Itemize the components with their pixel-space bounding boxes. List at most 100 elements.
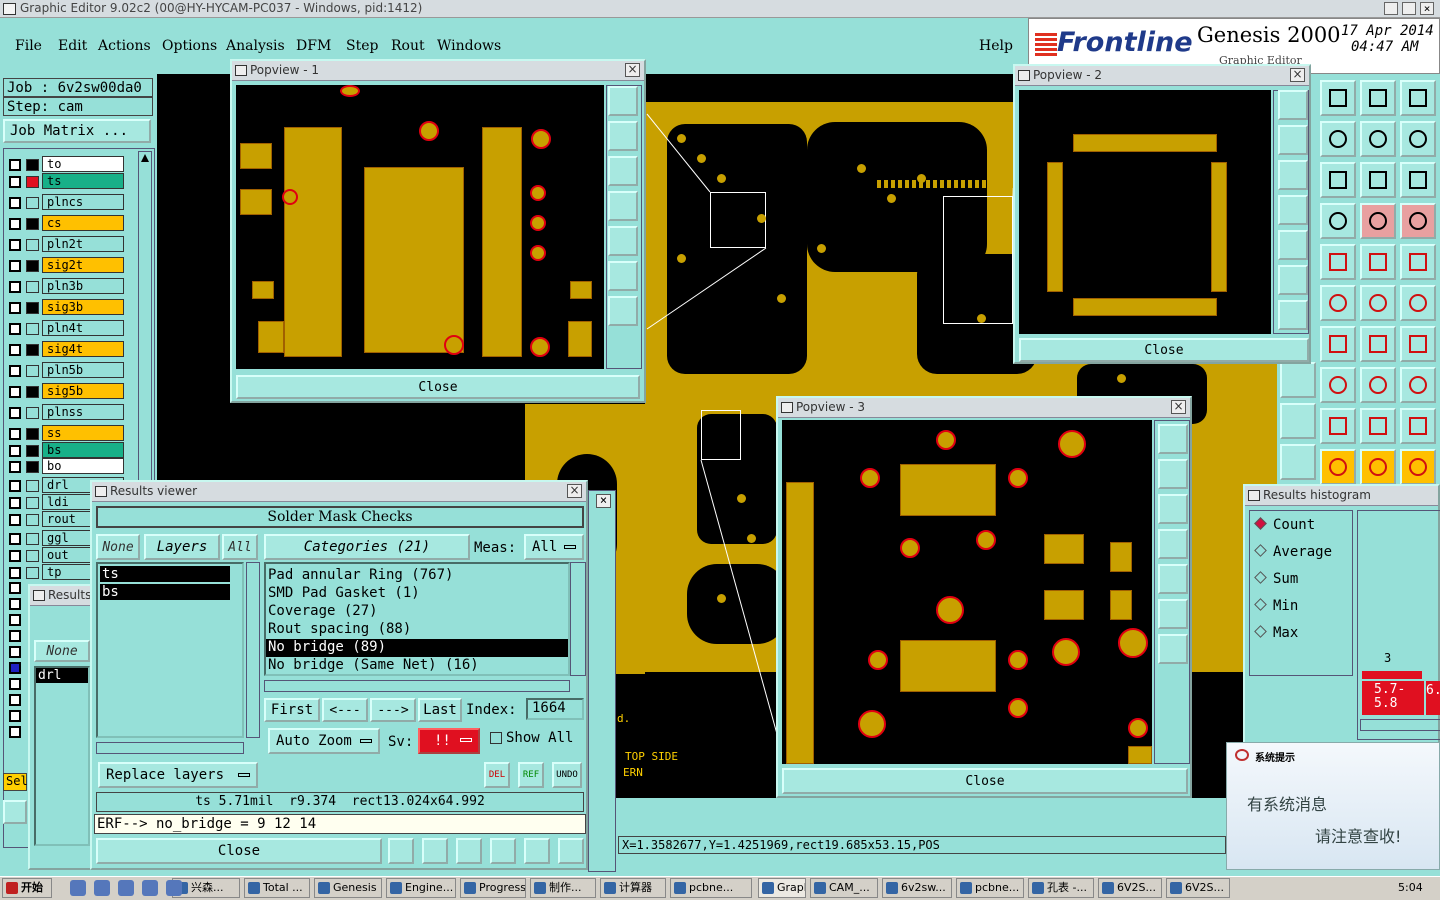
- taskbar-item[interactable]: 制作...: [530, 878, 596, 898]
- quick-launch-icon[interactable]: [70, 880, 86, 896]
- move-icon[interactable]: [1400, 367, 1436, 403]
- layer-list-hscrollbar[interactable]: [96, 742, 244, 754]
- layer-affected-toggle[interactable]: [26, 197, 39, 209]
- circle-icon[interactable]: [1400, 244, 1436, 280]
- layers-all-button[interactable]: All: [222, 534, 258, 560]
- export-icon[interactable]: [1320, 121, 1356, 157]
- taskbar-item[interactable]: CAM_...: [810, 878, 878, 898]
- layer-checkbox[interactable]: [9, 323, 21, 335]
- layer-checkbox[interactable]: [9, 646, 21, 658]
- menu-windows[interactable]: Windows: [437, 38, 501, 54]
- popview-tool-icon[interactable]: [1158, 564, 1188, 594]
- layer-checkbox[interactable]: [9, 386, 21, 398]
- category-scrollbar[interactable]: [570, 562, 586, 676]
- menu-help[interactable]: Help: [979, 38, 1013, 54]
- layer-result-item[interactable]: ts: [100, 566, 230, 582]
- layer-checkbox[interactable]: [9, 260, 21, 272]
- popview-tool-icon[interactable]: [608, 121, 638, 151]
- histogram-icon[interactable]: [558, 838, 584, 864]
- layer-checkbox[interactable]: [9, 567, 21, 579]
- zoom-home-icon[interactable]: [1360, 80, 1396, 116]
- layer-row-ss[interactable]: ss: [6, 425, 124, 442]
- cross-icon[interactable]: [1320, 285, 1356, 321]
- tool-strip-icon[interactable]: [1280, 444, 1316, 480]
- layer-row-plncs[interactable]: plncs: [6, 194, 124, 211]
- layer-row-bo[interactable]: bo: [6, 458, 124, 475]
- layer-checkbox[interactable]: [9, 176, 21, 188]
- quick-launch-icon[interactable]: [118, 880, 134, 896]
- pointer-orange2-icon[interactable]: [1400, 449, 1436, 485]
- last-button[interactable]: Last: [418, 698, 462, 722]
- taskbar-item[interactable]: 孔表 -...: [1028, 878, 1094, 898]
- layer-affected-toggle[interactable]: [26, 480, 39, 492]
- popview-tool-icon[interactable]: [608, 86, 638, 116]
- layer-checkbox[interactable]: [9, 239, 21, 251]
- menu-options[interactable]: Options: [162, 38, 217, 54]
- layer-checkbox[interactable]: [9, 281, 21, 293]
- popview-tool-icon[interactable]: [608, 261, 638, 291]
- histogram-option-average[interactable]: Average: [1254, 544, 1332, 562]
- line-red-icon[interactable]: [1360, 285, 1396, 321]
- category-item[interactable]: SMD Pad Gasket (1): [266, 585, 568, 603]
- sort-icon[interactable]: [490, 838, 516, 864]
- layers-none-button[interactable]: None: [96, 534, 140, 560]
- popview-tool-icon[interactable]: [1278, 90, 1308, 120]
- select-tool-icon[interactable]: [3, 800, 27, 824]
- layer-affected-toggle[interactable]: [26, 365, 39, 377]
- measure-icon[interactable]: [1320, 244, 1356, 280]
- show-all-checkbox[interactable]: [490, 732, 502, 744]
- layer-row-sig3b[interactable]: sig3b: [6, 299, 124, 316]
- exit-icon[interactable]: [388, 838, 414, 864]
- popview-tool-icon[interactable]: [1158, 494, 1188, 524]
- layer-checkbox[interactable]: [9, 678, 21, 690]
- menu-dfm[interactable]: DFM: [296, 38, 331, 54]
- taskbar-item[interactable]: Graphi...: [758, 878, 806, 898]
- popview-tool-icon[interactable]: [1278, 265, 1308, 295]
- layer-affected-toggle[interactable]: [26, 533, 39, 545]
- question-icon[interactable]: [1400, 162, 1436, 198]
- auto-zoom-dropdown[interactable]: Auto Zoom: [268, 728, 380, 754]
- layer-row-pln5b[interactable]: pln5b: [6, 362, 124, 379]
- snap-red-icon[interactable]: [1360, 203, 1396, 239]
- histogram-option-min[interactable]: Min: [1254, 598, 1298, 616]
- layer-row-plnss[interactable]: plnss: [6, 404, 124, 421]
- popview-3-canvas[interactable]: [782, 420, 1152, 764]
- menu-step[interactable]: Step: [346, 38, 378, 54]
- results-back-layer-item[interactable]: drl: [36, 668, 88, 683]
- category-item[interactable]: Coverage (27): [266, 603, 568, 621]
- extra-close-x[interactable]: ×: [596, 494, 611, 508]
- layer-row-pln2t[interactable]: pln2t: [6, 236, 124, 253]
- ref-button[interactable]: REF: [518, 762, 544, 788]
- layer-affected-toggle[interactable]: [26, 218, 39, 230]
- layer-affected-toggle[interactable]: [26, 567, 39, 579]
- layer-checkbox[interactable]: [9, 710, 21, 722]
- popview-tool-icon[interactable]: [1278, 160, 1308, 190]
- close-window-button[interactable]: ×: [1420, 2, 1434, 15]
- prev-button[interactable]: <---: [322, 698, 368, 722]
- layer-checkbox[interactable]: [9, 694, 21, 706]
- layer-checkbox[interactable]: [9, 582, 21, 594]
- layer-checkbox[interactable]: [9, 461, 21, 473]
- replace-layers-dropdown[interactable]: Replace layers: [98, 762, 258, 788]
- layer-affected-toggle[interactable]: [26, 445, 39, 457]
- layer-affected-toggle[interactable]: [26, 407, 39, 419]
- popview-tool-icon[interactable]: [608, 156, 638, 186]
- layer-checkbox[interactable]: [9, 159, 21, 171]
- menu-analysis[interactable]: Analysis: [226, 38, 285, 54]
- layer-checkbox[interactable]: [9, 344, 21, 356]
- layer-row-ts[interactable]: ts: [6, 173, 124, 190]
- ruler-icon[interactable]: [1360, 244, 1396, 280]
- layer-checkbox[interactable]: [9, 630, 21, 642]
- grid-icon[interactable]: [1320, 203, 1356, 239]
- layer-result-item[interactable]: bs: [100, 584, 230, 600]
- popview-1-close-x[interactable]: ×: [625, 63, 640, 77]
- taskbar-item[interactable]: 兴森...: [172, 878, 240, 898]
- layer-checkbox[interactable]: [9, 550, 21, 562]
- layer-affected-toggle[interactable]: [26, 514, 39, 526]
- layer-checkbox[interactable]: [9, 218, 21, 230]
- category-item[interactable]: Pad annular Ring (767): [266, 567, 568, 585]
- layer-list-scrollbar[interactable]: [246, 562, 260, 738]
- span-icon[interactable]: [1360, 367, 1396, 403]
- categories-button[interactable]: Categories (21): [264, 534, 470, 560]
- histogram-bar[interactable]: [1362, 671, 1422, 679]
